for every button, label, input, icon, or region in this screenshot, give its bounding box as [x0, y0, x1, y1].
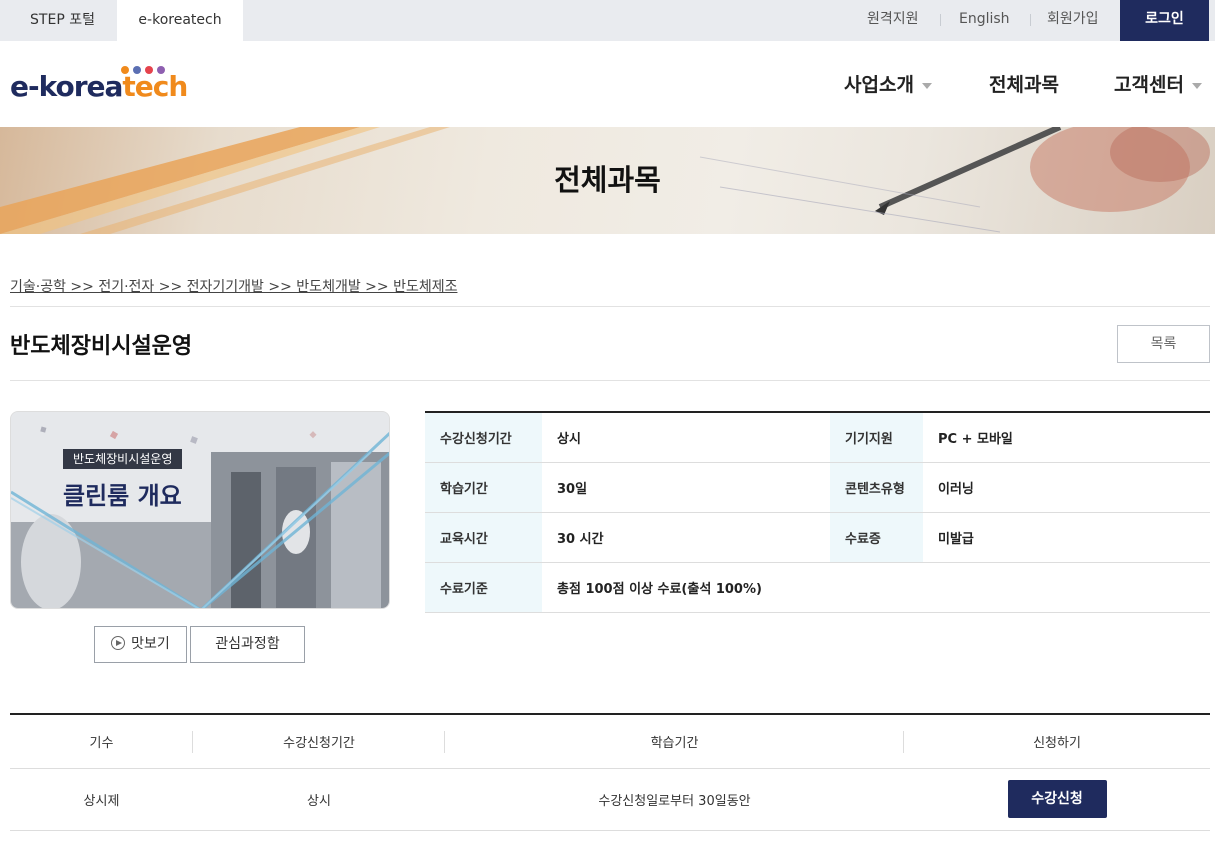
logo-text-accent: tech: [122, 70, 188, 103]
enroll-button[interactable]: 수강신청: [1007, 780, 1107, 818]
divider: [1030, 14, 1031, 26]
nav-label: 전체과목: [989, 74, 1059, 96]
info-value: PC + 모바일: [923, 412, 1210, 463]
table-row: 수료기준 총점 100점 이상 수료(출석 100%): [425, 562, 1210, 613]
signup-link[interactable]: 회원가입: [1047, 0, 1099, 41]
info-label: 콘텐츠유형: [830, 462, 923, 513]
breadcrumb[interactable]: 기술·공학 >> 전기·전자 >> 전자기기개발 >> 반도체개발 >> 반도체…: [10, 276, 457, 296]
nav-business-intro[interactable]: 사업소개: [844, 70, 932, 97]
nav-label: 고객센터: [1114, 74, 1184, 96]
preview-label: 맛보기: [131, 636, 170, 652]
info-value: 이러닝: [923, 462, 1210, 513]
column-header: 신청하기: [904, 714, 1210, 769]
thumbnail-title: 클린룸 개요: [63, 482, 182, 510]
nav-customer-center[interactable]: 고객센터: [1114, 70, 1202, 97]
info-value: 미발급: [923, 512, 1210, 563]
term-cell: 상시제: [10, 768, 193, 831]
course-info-table: 수강신청기간 상시 기기지원 PC + 모바일 학습기간 30일 콘텐츠유형 이…: [425, 411, 1210, 613]
info-value: 상시: [542, 412, 830, 463]
table-row: 학습기간 30일 콘텐츠유형 이러닝: [425, 462, 1210, 513]
schedule-table: 기수 수강신청기간 학습기간 신청하기 상시제 상시 수강신청일로부터 30일동…: [10, 713, 1210, 831]
info-label: 교육시간: [425, 512, 542, 563]
divider: [10, 380, 1210, 381]
nav-all-courses[interactable]: 전체과목: [989, 70, 1059, 97]
divider: [940, 14, 941, 26]
remote-support-link[interactable]: 원격지원: [867, 0, 919, 41]
chevron-down-icon: [1191, 82, 1202, 89]
info-label: 수료기준: [425, 562, 542, 613]
page-banner: 전체과목: [0, 127, 1215, 234]
info-label: 기기지원: [830, 412, 923, 463]
column-header-label: 기수: [89, 735, 114, 751]
divider: [10, 306, 1210, 307]
list-button[interactable]: 목록: [1117, 325, 1210, 363]
column-header-label: 신청하기: [1033, 735, 1081, 751]
info-value: 30 시간: [542, 512, 830, 563]
info-label: 수강신청기간: [425, 412, 542, 463]
english-link[interactable]: English: [959, 0, 1010, 41]
nav-label: 사업소개: [844, 74, 914, 96]
column-header-label: 학습기간: [650, 735, 699, 751]
period-cell: 상시: [193, 768, 445, 831]
logo-text-main: e-korea: [10, 70, 123, 103]
thumbnail-subtitle: 반도체장비시설운영: [63, 449, 183, 469]
column-header: 학습기간: [445, 714, 904, 769]
preview-button[interactable]: 맛보기: [94, 626, 187, 663]
banner-title: 전체과목: [554, 163, 661, 197]
chevron-down-icon: [921, 82, 932, 89]
info-value: 30일: [542, 462, 830, 513]
course-thumbnail: 반도체장비시설운영 클린룸 개요: [10, 411, 390, 609]
add-to-favorites-button[interactable]: 관심과정함: [190, 626, 305, 663]
tab-e-koreatech[interactable]: e-koreatech: [117, 0, 243, 41]
info-label: 수료증: [830, 512, 923, 563]
play-icon: [111, 636, 126, 650]
table-row: 교육시간 30 시간 수료증 미발급: [425, 512, 1210, 563]
column-header: 수강신청기간: [193, 714, 445, 769]
duration-cell: 수강신청일로부터 30일동안: [445, 768, 904, 831]
login-button[interactable]: 로그인: [1120, 0, 1209, 41]
top-utility-bar: STEP 포털 e-koreatech 원격지원 English 회원가입 로그…: [0, 0, 1215, 41]
table-row: 수강신청기간 상시 기기지원 PC + 모바일: [425, 412, 1210, 463]
column-header: 기수: [10, 714, 193, 769]
page-title: 반도체장비시설운영: [10, 334, 193, 359]
column-header-label: 수강신청기간: [283, 735, 355, 751]
info-value: 총점 100점 이상 수료(출석 100%): [542, 562, 1210, 613]
tab-step-portal[interactable]: STEP 포털: [0, 0, 125, 41]
apply-cell: 수강신청: [904, 768, 1210, 831]
table-row: 상시제 상시 수강신청일로부터 30일동안 수강신청: [10, 768, 1210, 831]
table-header-row: 기수 수강신청기간 학습기간 신청하기: [10, 714, 1210, 769]
info-label: 학습기간: [425, 462, 542, 513]
